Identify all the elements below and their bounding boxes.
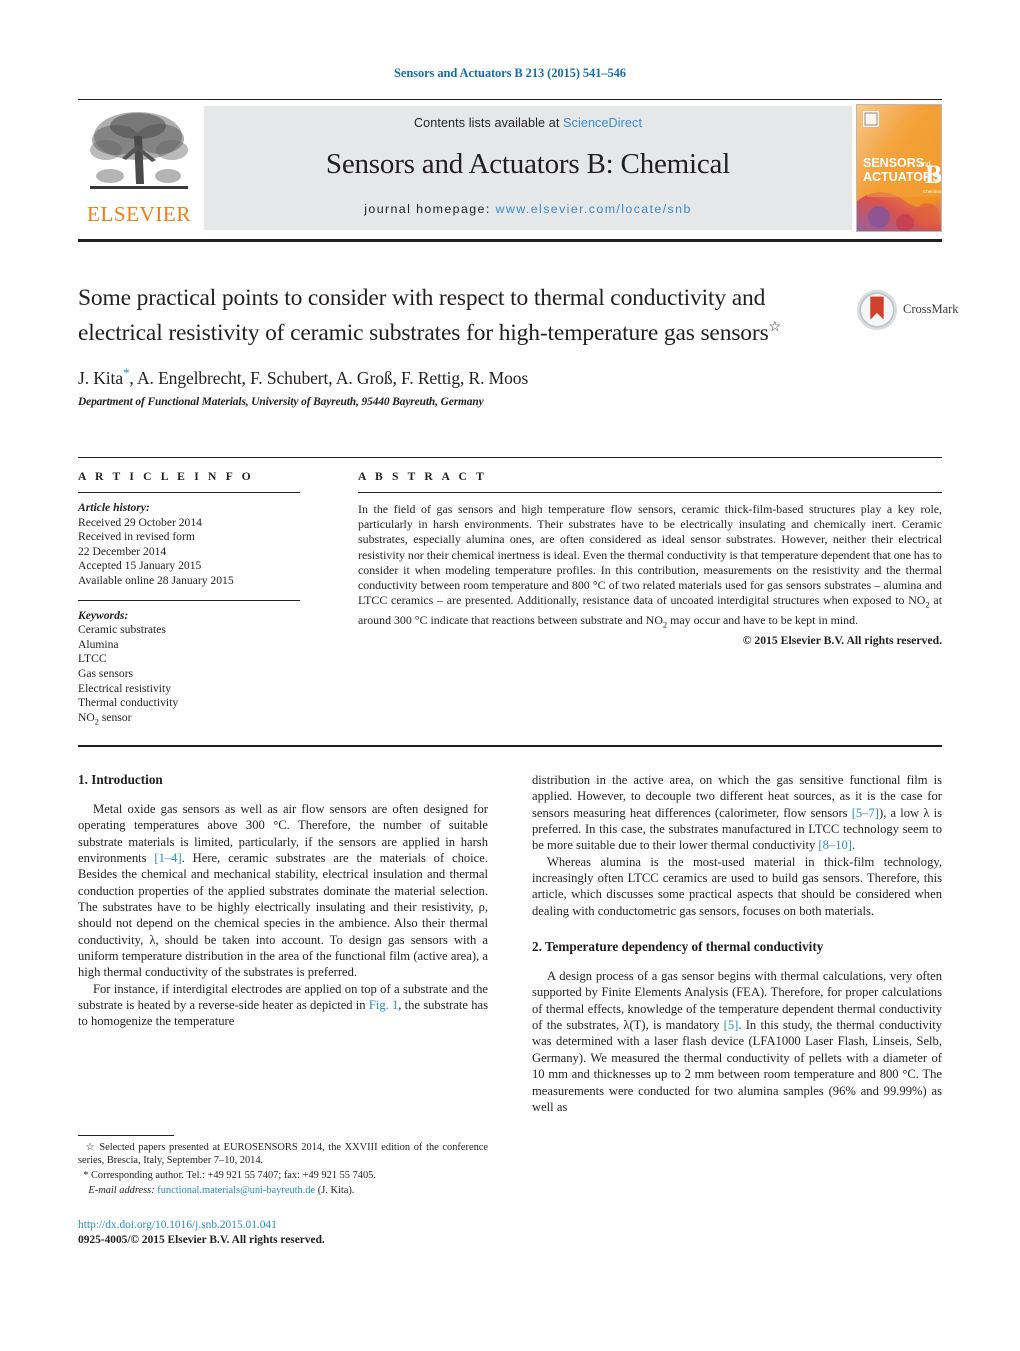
footnotes-block: ☆ Selected papers presented at EUROSENSO… xyxy=(78,1141,488,1199)
section-heading-temperature-dependency: 2. Temperature dependency of thermal con… xyxy=(532,939,824,955)
email-link[interactable]: functional.materials@uni-bayreuth.de xyxy=(157,1185,315,1196)
info-section-bottom-rule xyxy=(78,745,942,747)
history-item: Available online 28 January 2015 xyxy=(78,573,234,587)
intro-paragraph-1: Metal oxide gas sensors as well as air f… xyxy=(78,801,488,981)
article-history: Article history: Received 29 October 201… xyxy=(78,501,300,589)
crossmark-badge[interactable]: CrossMark xyxy=(855,288,960,334)
keyword-item: Alumina xyxy=(78,637,119,651)
svg-text:B: B xyxy=(925,160,942,189)
title-footnote-marker[interactable]: ☆ xyxy=(769,320,782,335)
keyword-item: LTCC xyxy=(78,652,107,666)
citation-link-1-4[interactable]: [1–4] xyxy=(154,851,181,865)
history-item: Received 29 October 2014 xyxy=(78,515,202,529)
elsevier-wordmark: ELSEVIER xyxy=(87,202,191,226)
keyword-no2-base: NO xyxy=(78,710,95,724)
intro-p1-text-b: . Here, ceramic substrates are the mater… xyxy=(78,851,489,980)
paper-title-text: Some practical points to consider with r… xyxy=(78,285,769,346)
right-p1-text-c: . xyxy=(852,838,856,853)
elsevier-logo: ELSEVIER xyxy=(80,106,198,230)
keywords-list: Keywords: Ceramic substrates Alumina LTC… xyxy=(78,609,300,730)
author-first: J. Kita xyxy=(78,367,123,388)
right-paragraph-1: distribution in the active area, on whic… xyxy=(532,772,942,854)
contents-available-line: Contents lists available at ScienceDirec… xyxy=(204,116,852,130)
top-rule xyxy=(78,99,942,101)
article-info-column: A R T I C L E I N F O Article history: R… xyxy=(78,470,300,730)
doi-link[interactable]: http://dx.doi.org/10.1016/j.snb.2015.01.… xyxy=(78,1218,498,1233)
sciencedirect-link[interactable]: ScienceDirect xyxy=(563,116,642,130)
journal-title: Sensors and Actuators B: Chemical xyxy=(325,148,731,180)
journal-cover-thumbnail: SENSORS and ACTUATORS B Chemical xyxy=(856,104,942,232)
article-info-heading: A R T I C L E I N F O xyxy=(78,470,254,483)
abstract-text: In the field of gas sensors and high tem… xyxy=(358,502,942,632)
footnote-corr-text: Corresponding author. Tel.: +49 921 55 7… xyxy=(88,1170,376,1182)
svg-text:Chemical: Chemical xyxy=(923,189,942,194)
keyword-item: Electrical resistivity xyxy=(78,681,172,695)
footnote-star-marker: ☆ xyxy=(85,1142,96,1153)
keyword-item-no2: NO2 sensor xyxy=(78,711,300,730)
history-item: 22 December 2014 xyxy=(78,544,167,558)
citation-link-5-7[interactable]: [5–7] xyxy=(852,806,879,820)
keywords-label: Keywords: xyxy=(78,608,129,622)
masthead-bottom-rule xyxy=(78,239,942,243)
right-paragraph-2: Whereas alumina is the most-used materia… xyxy=(532,854,942,918)
abstract-part-1: In the field of gas sensors and high tem… xyxy=(358,502,942,608)
abstract-divider xyxy=(358,492,942,493)
abstract-column: A B S T R A C T In the field of gas sens… xyxy=(358,470,942,647)
page-title: Some practical points to consider with r… xyxy=(78,283,838,348)
abstract-heading: A B S T R A C T xyxy=(358,470,487,483)
affiliation: Department of Functional Materials, Univ… xyxy=(78,395,484,408)
journal-homepage-link[interactable]: www.elsevier.com/locate/snb xyxy=(496,202,692,216)
keyword-item: Thermal conductivity xyxy=(78,696,179,710)
elsevier-tree-icon xyxy=(90,112,188,189)
body-column-right: distribution in the active area, on whic… xyxy=(532,772,942,1115)
author-list: J. Kita*, A. Engelbrecht, F. Schubert, A… xyxy=(78,365,838,389)
history-item: Accepted 15 January 2015 xyxy=(78,559,202,573)
sec2-p1-text-b: . In this study, the thermal conductivit… xyxy=(532,1018,942,1114)
journal-cover-art: SENSORS and ACTUATORS B Chemical xyxy=(857,105,942,231)
svg-text:SENSORS: SENSORS xyxy=(863,156,924,170)
footnote-conference-text: Selected papers presented at EUROSENSORS… xyxy=(78,1142,488,1167)
title-block: Some practical points to consider with r… xyxy=(78,283,838,408)
footnote-email: E-mail address: functional.materials@uni… xyxy=(78,1184,488,1197)
homepage-prefix: journal homepage: xyxy=(364,202,491,216)
footnote-conference: ☆ Selected papers presented at EUROSENSO… xyxy=(78,1141,488,1167)
body-column-left: 1. Introduction Metal oxide gas sensors … xyxy=(78,772,488,1030)
journal-band: Contents lists available at ScienceDirec… xyxy=(204,106,852,230)
author-rest: , A. Engelbrecht, F. Schubert, A. Groß, … xyxy=(129,367,529,388)
issn-copyright-line: 0925-4005/© 2015 Elsevier B.V. All right… xyxy=(78,1233,325,1246)
running-head: Sensors and Actuators B 213 (2015) 541–5… xyxy=(394,66,626,80)
abstract-copyright: © 2015 Elsevier B.V. All rights reserved… xyxy=(742,634,942,648)
history-item: Received in revised form xyxy=(78,530,195,544)
abstract-part-3: may occur and have to be kept in mind. xyxy=(667,612,859,627)
journal-homepage-line: journal homepage: www.elsevier.com/locat… xyxy=(204,202,852,216)
contents-prefix: Contents lists available at xyxy=(413,116,564,130)
crossmark-label: CrossMark xyxy=(903,302,959,316)
article-history-label: Article history: xyxy=(78,501,150,514)
info-section-top-rule xyxy=(78,457,942,458)
citation-link-8-10[interactable]: [8–10] xyxy=(818,838,852,852)
intro-paragraph-2: For instance, if interdigital electrodes… xyxy=(78,981,488,1030)
doi-block: http://dx.doi.org/10.1016/j.snb.2015.01.… xyxy=(78,1218,498,1247)
footnote-corresponding-author: * Corresponding author. Tel.: +49 921 55… xyxy=(78,1169,488,1182)
section2-paragraph-1: A design process of a gas sensor begins … xyxy=(532,968,942,1115)
keywords-divider xyxy=(78,599,300,601)
email-suffix: (J. Kita). xyxy=(315,1185,355,1197)
figure-link-fig1[interactable]: Fig. 1 xyxy=(369,998,398,1012)
article-info-divider xyxy=(78,492,300,493)
section-heading-introduction: 1. Introduction xyxy=(78,772,163,787)
crossmark-icon[interactable] xyxy=(855,288,899,332)
journal-article-page: Sensors and Actuators B 213 (2015) 541–5… xyxy=(0,0,1020,1351)
email-address-label: E-mail address: xyxy=(88,1185,155,1197)
footnote-rule xyxy=(78,1135,174,1136)
keyword-no2-rest: sensor xyxy=(98,710,132,724)
citation-link-5[interactable]: [5] xyxy=(724,1018,739,1032)
keyword-item: Ceramic substrates xyxy=(78,623,166,637)
keyword-item: Gas sensors xyxy=(78,666,134,680)
journal-masthead: ELSEVIER Contents lists available at Sci… xyxy=(78,104,942,232)
